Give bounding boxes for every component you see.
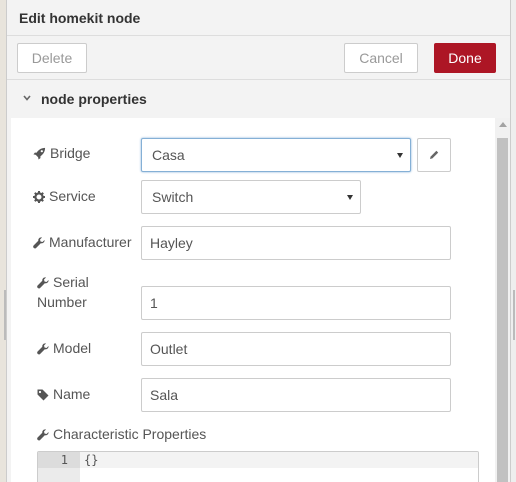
rocket-icon	[33, 147, 46, 160]
section-header-node-properties[interactable]: node properties	[7, 80, 511, 118]
delete-button[interactable]: Delete	[17, 43, 87, 73]
model-input[interactable]: Outlet	[141, 332, 451, 366]
bridge-select[interactable]: Casa	[141, 138, 411, 172]
section-label: node properties	[41, 91, 147, 107]
bridge-select-value: Casa	[152, 147, 185, 163]
name-input[interactable]: Sala	[141, 378, 451, 412]
service-select-value: Switch	[152, 189, 194, 205]
manufacturer-input[interactable]: Hayley	[141, 226, 451, 260]
properties-panel: Bridge Casa Service Switch Manufacturer …	[11, 118, 495, 482]
gear-icon	[33, 191, 45, 203]
characteristic-properties-editor[interactable]: 1 {}	[37, 451, 479, 482]
resize-grip[interactable]	[513, 290, 515, 340]
characteristic-properties-label: Characteristic Properties	[37, 424, 206, 444]
service-select[interactable]: Switch	[141, 180, 361, 214]
caret-down-icon	[347, 195, 353, 200]
manufacturer-label-text: Manufacturer	[49, 234, 132, 250]
model-label: Model	[37, 338, 91, 358]
scroll-up-icon[interactable]	[499, 122, 507, 127]
service-label-text: Service	[49, 188, 96, 204]
name-label: Name	[37, 384, 90, 404]
wrench-icon	[37, 429, 49, 441]
service-label: Service	[33, 186, 96, 206]
window-edge	[510, 0, 516, 482]
wrench-icon	[37, 277, 49, 289]
manufacturer-label: Manufacturer	[33, 232, 131, 252]
done-button[interactable]: Done	[434, 43, 496, 73]
chevron-down-icon	[23, 95, 31, 101]
edit-bridge-button[interactable]	[417, 138, 451, 172]
edit-tray: Edit homekit node Delete Cancel Done nod…	[6, 0, 511, 482]
tray-toolbar: Delete Cancel Done	[7, 36, 511, 80]
panel-scrollbar[interactable]	[495, 118, 511, 482]
dialog-title: Edit homekit node	[19, 10, 141, 26]
characteristic-properties-label-text: Characteristic Properties	[53, 426, 207, 442]
bridge-label-text: Bridge	[50, 145, 91, 161]
wrench-icon	[37, 343, 49, 355]
cancel-button[interactable]: Cancel	[344, 43, 418, 73]
wrench-icon	[33, 237, 45, 249]
tray-header: Edit homekit node	[7, 0, 511, 36]
line-number: 1	[60, 453, 68, 467]
serial-number-label: Serial Number	[37, 272, 89, 312]
bridge-label: Bridge	[33, 143, 90, 163]
model-label-text: Model	[53, 340, 92, 356]
scrollbar-thumb[interactable]	[497, 138, 508, 482]
pencil-icon	[430, 150, 439, 159]
serial-label-line2: Number	[37, 294, 87, 310]
editor-code: {}	[84, 453, 99, 467]
serial-number-input[interactable]: 1	[141, 286, 451, 320]
serial-label-line1: Serial	[53, 274, 89, 290]
caret-down-icon	[397, 153, 403, 158]
name-label-text: Name	[53, 386, 91, 402]
tag-icon	[37, 389, 49, 401]
